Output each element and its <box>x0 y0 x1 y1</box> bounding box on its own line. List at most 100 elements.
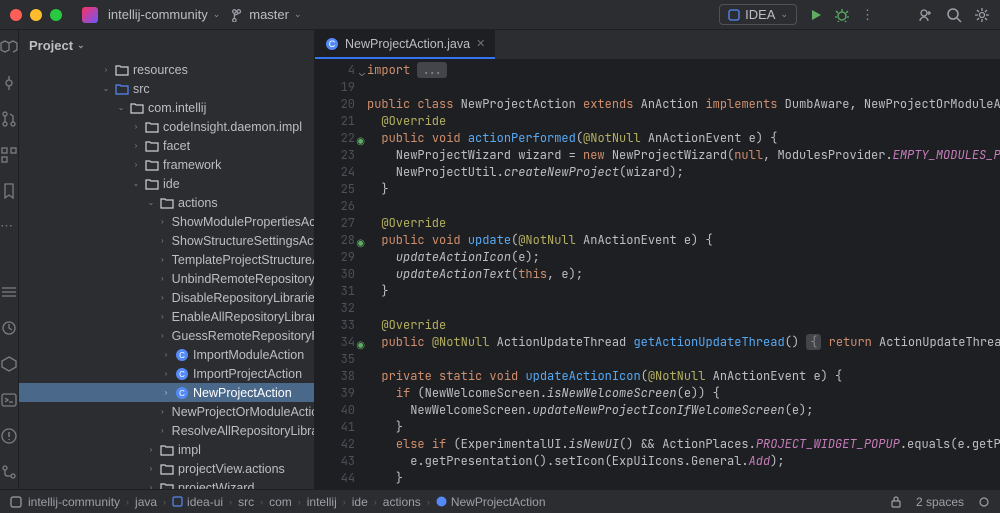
breadcrumb-item[interactable]: actions <box>383 495 421 509</box>
expand-arrow-icon[interactable]: › <box>161 369 171 378</box>
breadcrumb-item[interactable]: intellij <box>307 495 337 509</box>
expand-arrow-icon[interactable]: › <box>146 445 156 454</box>
folder-icon <box>145 158 159 172</box>
indent-indicator[interactable]: 2 spaces <box>916 495 964 509</box>
tree-node[interactable]: ›framework <box>19 155 314 174</box>
run-config-dropdown[interactable]: IDEA⌄ <box>719 4 797 25</box>
tree-node[interactable]: ›CEnableAllRepositoryLibraries <box>19 307 314 326</box>
maximize-window[interactable] <box>50 9 62 21</box>
tree-node[interactable]: ›CResolveAllRepositoryLibrarie <box>19 421 314 440</box>
expand-arrow-icon[interactable]: › <box>131 160 141 169</box>
breadcrumb-item[interactable]: idea-ui <box>172 495 223 509</box>
breadcrumb-item[interactable]: src <box>238 495 254 509</box>
editor-body[interactable]: ✓ 4⌄19202122◉232425262728◉293031323334◉3… <box>315 60 1000 489</box>
commit-tool-icon[interactable] <box>0 74 18 92</box>
tree-node[interactable]: ⌄ actions <box>19 193 314 212</box>
window-controls[interactable] <box>10 9 62 21</box>
expand-arrow-icon[interactable]: › <box>161 388 171 397</box>
override-marker-icon[interactable]: ◉ <box>356 234 365 251</box>
tab-newprojectaction[interactable]: C NewProjectAction.java ✕ <box>315 30 495 59</box>
expand-arrow-icon[interactable]: › <box>161 407 164 416</box>
tree-node-label: EnableAllRepositoryLibraries <box>172 310 314 324</box>
status-settings-icon[interactable] <box>978 496 990 508</box>
tree-node[interactable]: ›CNewProjectAction <box>19 383 314 402</box>
override-marker-icon[interactable]: ◉ <box>356 336 365 353</box>
lock-icon[interactable] <box>890 496 902 508</box>
tree-node[interactable]: ›CNewProjectOrModuleAction <box>19 402 314 421</box>
tree-node[interactable]: ›resources <box>19 60 314 79</box>
tree-node[interactable]: ›projectWizard <box>19 478 314 489</box>
close-tab-icon[interactable]: ✕ <box>476 37 485 50</box>
tree-node[interactable]: ›CImportProjectAction <box>19 364 314 383</box>
expand-arrow-icon[interactable]: ⌄ <box>131 179 141 188</box>
settings-button[interactable] <box>974 7 990 23</box>
todo-icon[interactable] <box>0 283 18 301</box>
breadcrumb-item[interactable]: com <box>269 495 292 509</box>
vcs-tool-icon[interactable] <box>0 463 18 481</box>
expand-arrow-icon[interactable]: › <box>146 464 156 473</box>
project-tree[interactable]: ›resources⌄src⌄com.intellij›codeInsight.… <box>19 60 314 489</box>
tree-node-label: actions <box>178 196 218 210</box>
build-tool-icon[interactable] <box>0 355 18 373</box>
expand-arrow-icon[interactable]: › <box>131 122 141 131</box>
expand-arrow-icon[interactable]: › <box>161 312 164 321</box>
debug-button[interactable] <box>835 8 849 22</box>
project-panel-header[interactable]: Project ⌄ <box>19 30 314 60</box>
collab-icon[interactable] <box>918 7 934 23</box>
pull-requests-icon[interactable] <box>0 110 18 128</box>
tree-node[interactable]: ›CUnbindRemoteRepositoryFor <box>19 269 314 288</box>
line-number: 26 <box>315 198 355 215</box>
project-dropdown[interactable]: intellij-community⌄ <box>108 7 220 22</box>
branch-dropdown[interactable]: master⌄ <box>230 7 301 22</box>
breadcrumb-item[interactable]: NewProjectAction <box>436 495 546 509</box>
tree-node[interactable]: ›CImportModuleAction <box>19 345 314 364</box>
tree-node[interactable]: ›CShowStructureSettingsAction <box>19 231 314 250</box>
tree-node[interactable]: ⌄ide <box>19 174 314 193</box>
breadcrumb-item[interactable]: java <box>135 495 157 509</box>
folder-icon <box>115 63 129 77</box>
expand-arrow-icon[interactable]: › <box>161 293 164 302</box>
expand-arrow-icon[interactable]: › <box>161 217 164 226</box>
breadcrumbs[interactable]: intellij-community›java› idea-ui›src›com… <box>28 495 546 509</box>
bookmarks-tool-icon[interactable] <box>0 182 18 200</box>
line-number: 30 <box>315 266 355 283</box>
close-window[interactable] <box>10 9 22 21</box>
expand-arrow-icon[interactable]: › <box>161 350 171 359</box>
tree-node[interactable]: ›impl <box>19 440 314 459</box>
expand-arrow-icon[interactable]: ⌄ <box>101 84 111 93</box>
problems-tool-icon[interactable] <box>0 427 18 445</box>
expand-arrow-icon[interactable]: › <box>161 331 164 340</box>
structure-tool-icon[interactable] <box>0 146 18 164</box>
run-button[interactable] <box>809 8 823 22</box>
tree-node[interactable]: ›CShowModulePropertiesAction <box>19 212 314 231</box>
tree-node[interactable]: ›codeInsight.daemon.impl <box>19 117 314 136</box>
expand-arrow-icon[interactable]: › <box>161 236 164 245</box>
tree-node[interactable]: ›CTemplateProjectStructureAc <box>19 250 314 269</box>
search-button[interactable] <box>946 7 962 23</box>
fold-marker-icon[interactable]: ⌄ <box>359 64 365 81</box>
more-button[interactable]: ⋮ <box>861 7 874 23</box>
profiler-icon[interactable] <box>0 319 18 337</box>
tree-node[interactable]: ›CGuessRemoteRepositoryForE <box>19 326 314 345</box>
tree-node[interactable]: ›projectView.actions <box>19 459 314 478</box>
tree-node[interactable]: ›CDisableRepositoryLibrariesSl <box>19 288 314 307</box>
breadcrumb-item[interactable]: ide <box>352 495 368 509</box>
expand-arrow-icon[interactable]: › <box>101 65 111 74</box>
expand-arrow-icon[interactable]: ⌄ <box>146 198 156 207</box>
expand-arrow-icon[interactable]: ⌄ <box>116 103 126 112</box>
expand-arrow-icon[interactable]: › <box>161 274 164 283</box>
breadcrumb-item[interactable]: intellij-community <box>28 495 120 509</box>
expand-arrow-icon[interactable]: › <box>161 255 164 264</box>
terminal-tool-icon[interactable] <box>0 391 18 409</box>
tree-node[interactable]: ›facet <box>19 136 314 155</box>
code-content[interactable]: import ... public class NewProjectAction… <box>367 60 1000 489</box>
expand-arrow-icon[interactable]: › <box>131 141 141 150</box>
project-tool-icon[interactable] <box>0 38 18 56</box>
tree-node[interactable]: ⌄com.intellij <box>19 98 314 117</box>
tree-node[interactable]: ⌄src <box>19 79 314 98</box>
minimize-window[interactable] <box>30 9 42 21</box>
expand-arrow-icon[interactable]: › <box>161 426 164 435</box>
breadcrumb-separator-icon: › <box>163 497 166 507</box>
more-tools-icon[interactable]: ⋯ <box>0 218 18 236</box>
override-marker-icon[interactable]: ◉ <box>356 132 365 149</box>
